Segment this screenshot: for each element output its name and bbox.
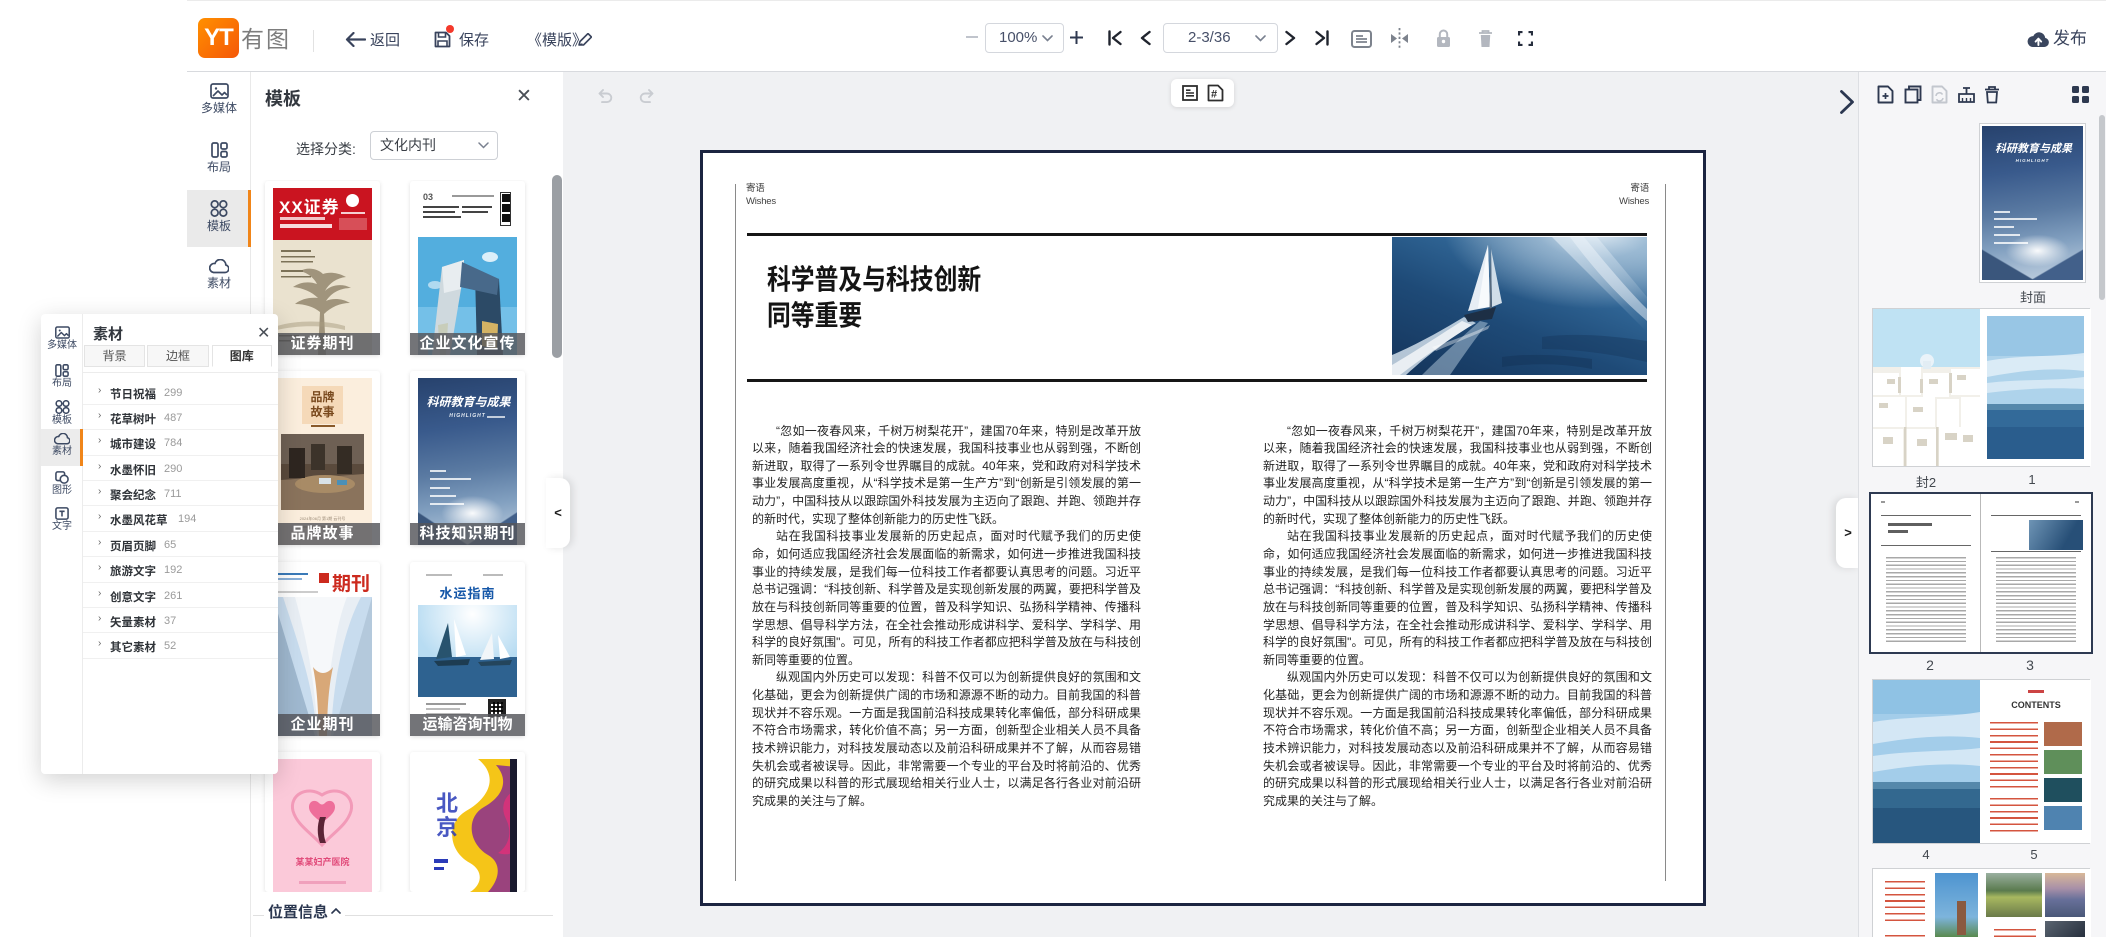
svg-text:#: # — [1211, 89, 1217, 101]
svg-text:北: 北 — [436, 791, 458, 816]
svg-text:京: 京 — [436, 815, 458, 840]
